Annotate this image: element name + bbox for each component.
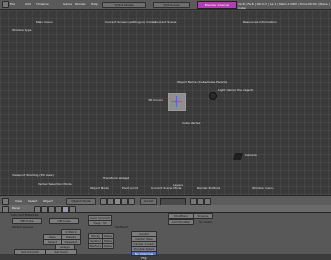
make-texface-button[interactable]: Make bbox=[102, 243, 114, 249]
annotation-pivot-point: Pivot point bbox=[122, 186, 138, 190]
orientation-select[interactable]: Global bbox=[140, 198, 157, 205]
annotation-cube-left: 3D Cursor bbox=[148, 98, 164, 102]
viewport-menu-object[interactable]: Object bbox=[43, 199, 53, 203]
render-engine-select[interactable]: Blender Internal bbox=[197, 1, 237, 9]
3d-cursor-icon bbox=[175, 100, 178, 103]
3d-viewport[interactable]: Window type Main menu Current Screen (ed… bbox=[0, 10, 331, 195]
annotation-window-type: Window type bbox=[12, 28, 32, 32]
transform-manipulator-icon[interactable] bbox=[114, 198, 121, 205]
shapes-tab[interactable]: Shapes bbox=[193, 213, 213, 219]
annotation-vertex-selection: Vertex Selection Mode bbox=[38, 182, 72, 186]
texface-label: TexFace bbox=[88, 243, 103, 249]
resource-stats: Ve:8 | Fa:6 | Ob:2-3 | La:1 | Mem:1.56M … bbox=[238, 2, 330, 10]
viewport-menu-view[interactable]: View bbox=[15, 199, 22, 203]
shading-icon[interactable] bbox=[100, 198, 107, 205]
translate-icon[interactable] bbox=[121, 198, 128, 205]
scene-buttons-icon[interactable] bbox=[69, 206, 76, 213]
vertex-groups-label: Vertex Groups bbox=[12, 225, 34, 229]
annotation-layers: Layers bbox=[173, 183, 183, 187]
link-materials-label: Link and Materials bbox=[11, 213, 39, 217]
annotation-current-scene: Current Scene bbox=[155, 20, 177, 24]
degree-field[interactable]: Degr: 30 bbox=[88, 220, 112, 226]
viewport-menu-select[interactable]: Select bbox=[28, 199, 37, 203]
modifier-target-label: To: Cube bbox=[199, 220, 212, 224]
screen-selector[interactable]: SCR:2-Model bbox=[102, 2, 146, 8]
annotation-window-menu: Window menu bbox=[252, 186, 274, 190]
properties-header: Panel bbox=[0, 205, 331, 213]
viewport-window-type-icon[interactable] bbox=[2, 198, 9, 205]
panel-menu[interactable]: Panel bbox=[12, 206, 20, 210]
annotation-viewport-type: Viewport Shading (3D view) bbox=[12, 173, 54, 177]
object-buttons-icon[interactable] bbox=[55, 206, 62, 213]
annotation-cube-bottom: Cube Vertex bbox=[182, 121, 201, 125]
render-icon[interactable] bbox=[197, 198, 204, 205]
set-smooth-button[interactable]: Set Smooth bbox=[14, 249, 46, 255]
annotation-camera: Camera bbox=[245, 153, 257, 157]
lamp-icon[interactable] bbox=[209, 92, 217, 100]
object-field[interactable]: OB:Cube bbox=[49, 218, 79, 224]
object-mode-select[interactable]: Object Mode bbox=[66, 198, 96, 205]
add-modifier-button[interactable]: Add Modifier bbox=[168, 219, 194, 225]
annotation-current-screen: Current Screen (editing/ui) modes bbox=[105, 20, 156, 24]
menu-add[interactable]: Add bbox=[25, 2, 31, 6]
logic-icon[interactable] bbox=[34, 206, 41, 213]
annotation-light: Light (lamp/ the object) bbox=[218, 88, 254, 92]
buttons-window: Panel Link and Materials ME:Cube OB:Cube… bbox=[0, 205, 331, 260]
top-menu-bar: File Add Timeline Game Render Help SCR:2… bbox=[0, 0, 331, 10]
menu-game[interactable]: Game bbox=[63, 2, 72, 6]
menu-render[interactable]: Render bbox=[75, 2, 86, 6]
annotation-cube: Object Name (Cube/Cube Parent) bbox=[177, 80, 227, 84]
scene-selector[interactable]: SCE:Scene bbox=[153, 2, 190, 8]
menu-file[interactable]: File bbox=[10, 2, 15, 6]
script-icon[interactable] bbox=[41, 206, 48, 213]
camera-view-icon[interactable] bbox=[204, 198, 211, 205]
camera-icon[interactable] bbox=[232, 153, 244, 160]
annotation-render-buttons: Render Buttons bbox=[197, 186, 221, 190]
lock-icon[interactable] bbox=[190, 198, 197, 205]
set-solid-button[interactable]: Set Solid bbox=[45, 249, 77, 255]
properties-window-type-icon[interactable] bbox=[2, 206, 9, 213]
window-type-icon[interactable] bbox=[2, 1, 9, 8]
rotate-icon[interactable] bbox=[128, 198, 135, 205]
annotation-main-menu: Main menu bbox=[36, 20, 53, 24]
menu-timeline[interactable]: Timeline bbox=[36, 2, 49, 6]
menu-help[interactable]: Help bbox=[91, 2, 98, 6]
annotation-resources: Resources Information bbox=[243, 20, 277, 24]
annotation-transform: Transform widget bbox=[103, 176, 129, 180]
editing-buttons-icon[interactable] bbox=[62, 206, 69, 213]
pivot-icon[interactable] bbox=[107, 198, 114, 205]
annotation-object-mode: Object Mode bbox=[90, 186, 109, 190]
shading-buttons-icon[interactable] bbox=[48, 206, 55, 213]
texmesh-label: TexMesh: bbox=[115, 225, 129, 229]
mesh-field[interactable]: ME:Cube bbox=[12, 218, 42, 224]
